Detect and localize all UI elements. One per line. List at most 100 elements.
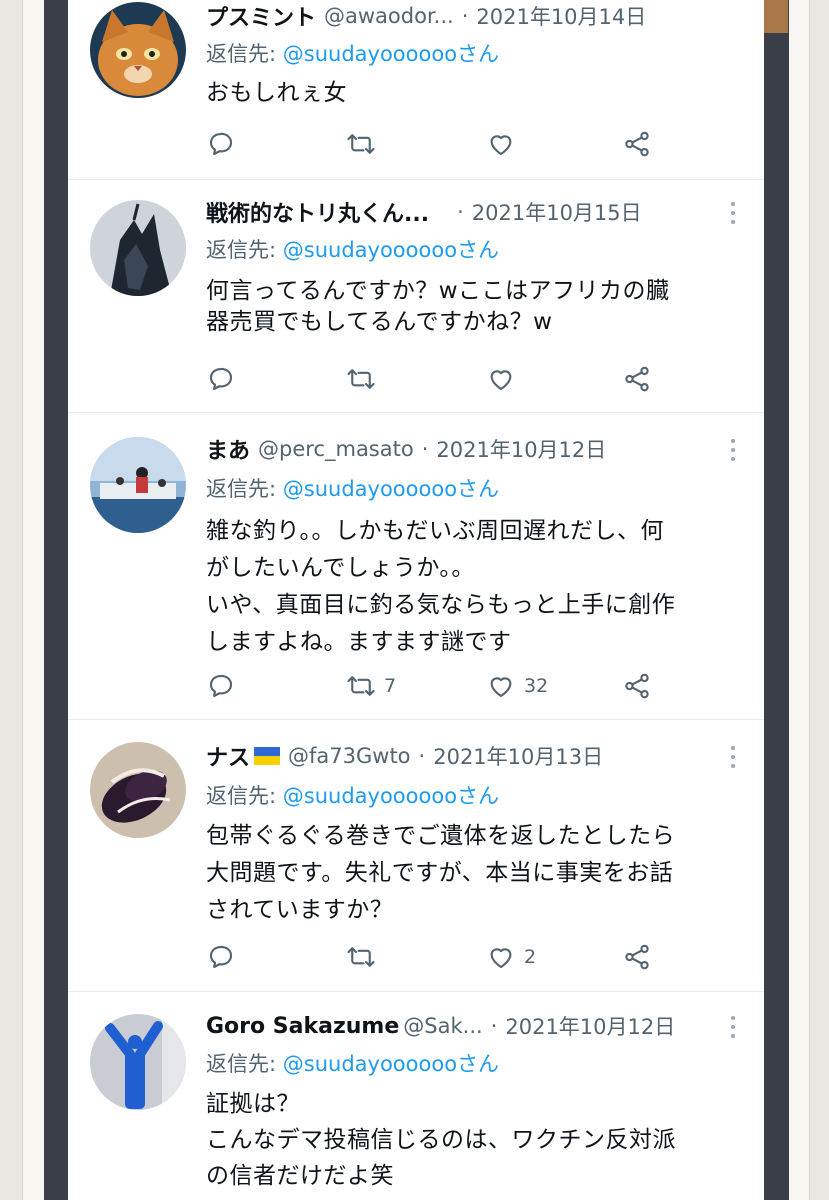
like-button[interactable]: 32 <box>486 669 548 703</box>
display-name[interactable]: まあ <box>206 433 250 465</box>
reply-mention-link[interactable]: @suudayoooooo <box>283 238 457 262</box>
share-button[interactable] <box>622 669 652 703</box>
reply-icon <box>209 132 233 156</box>
tweet-actions: 7 32 <box>206 669 674 703</box>
tweet-date[interactable]: 2021年10月12日 <box>505 1011 675 1041</box>
tweet-actions <box>206 127 674 161</box>
avatar[interactable] <box>90 1014 186 1110</box>
reply-to-line: 返信先: @suudayooooooさん <box>206 780 499 810</box>
display-name[interactable]: Goro Sakazume <box>206 1014 399 1039</box>
retweet-button[interactable]: 7 <box>346 669 396 703</box>
reply-to-line: 返信先: @suudayooooooさん <box>206 234 499 264</box>
share-icon <box>625 131 649 157</box>
separator-dot: · <box>457 200 464 224</box>
retweet-button[interactable] <box>346 127 384 161</box>
more-icon <box>731 439 735 443</box>
ukraine-flag-icon <box>254 747 281 765</box>
reply-to-label: 返信先: <box>206 1052 283 1076</box>
tweet-date[interactable]: 2021年10月13日 <box>433 741 603 771</box>
separator-dot: · <box>421 437 429 461</box>
tweet-actions: 2 <box>206 940 674 974</box>
share-button[interactable] <box>622 362 652 396</box>
user-handle[interactable]: @perc_masato <box>258 437 414 461</box>
tweet-text: おもしれぇ女 <box>206 80 347 106</box>
reply-mention-suffix: さん <box>457 477 500 501</box>
tweet-date[interactable]: 2021年10月14日 <box>476 1 646 31</box>
share-button[interactable] <box>622 940 652 974</box>
reply-thread: プスミント @awaodor... · 2021年10月14日 返信先: @su… <box>68 0 764 1200</box>
like-button[interactable] <box>486 362 524 396</box>
share-button[interactable] <box>622 127 652 161</box>
retweet-icon <box>347 947 375 967</box>
reply-mention-link[interactable]: @suudayoooooo <box>283 784 457 808</box>
retweet-button[interactable] <box>346 940 384 974</box>
avatar[interactable] <box>90 2 186 98</box>
more-options-button[interactable] <box>730 439 736 461</box>
user-handle[interactable]: @Sak... <box>403 1014 482 1038</box>
avatar[interactable] <box>90 437 186 533</box>
tweet[interactable]: 戦術的なトリ丸くん... · 2021年10月15日 返信先: @suudayo… <box>68 180 764 413</box>
tweet[interactable]: Goro Sakazume @Sak... · 2021年10月12日 返信先:… <box>68 992 764 1200</box>
more-options-button[interactable] <box>730 202 736 224</box>
tweet-actions <box>206 362 674 396</box>
tweet-header: 戦術的なトリ丸くん... · 2021年10月15日 <box>206 196 734 228</box>
retweet-button[interactable] <box>346 362 384 396</box>
share-icon <box>625 366 649 392</box>
reply-button[interactable] <box>206 362 236 396</box>
reply-icon <box>209 367 233 391</box>
retweet-icon <box>347 369 375 389</box>
more-options-button[interactable] <box>730 1016 736 1038</box>
like-button[interactable] <box>486 127 524 161</box>
reply-button[interactable] <box>206 669 236 703</box>
display-name[interactable]: ナス <box>206 740 250 772</box>
tweet[interactable]: まあ @perc_masato · 2021年10月12日 返信先: @suud… <box>68 413 764 720</box>
reply-button[interactable] <box>206 127 244 161</box>
more-options-button[interactable] <box>730 746 736 768</box>
like-button[interactable]: 2 <box>486 940 536 974</box>
reply-mention-suffix: さん <box>457 1052 500 1076</box>
like-icon <box>490 677 512 698</box>
reply-mention-link[interactable]: @suudayoooooo <box>283 42 457 66</box>
tweet-text: 雑な釣り。。しかもだいぶ周回遅れだし、何 がしたいんでしょうか。。 いや、真面目… <box>206 518 676 655</box>
reply-mention-link[interactable]: @suudayoooooo <box>283 1052 457 1076</box>
tweet[interactable]: プスミント @awaodor... · 2021年10月14日 返信先: @su… <box>68 0 764 180</box>
display-name[interactable]: プスミント <box>206 0 316 32</box>
reply-to-label: 返信先: <box>206 42 283 66</box>
separator-dot: · <box>418 744 426 768</box>
separator-dot: · <box>490 1014 498 1038</box>
reply-mention-link[interactable]: @suudayoooooo <box>283 477 457 501</box>
more-icon <box>731 746 735 750</box>
avatar[interactable] <box>90 200 186 296</box>
tweet-header: ナス @fa73Gwto · 2021年10月13日 <box>206 740 734 772</box>
separator-dot: · <box>461 4 469 28</box>
like-count: 32 <box>524 675 549 697</box>
like-icon <box>490 135 512 156</box>
reply-button[interactable] <box>206 940 236 974</box>
reply-to-line: 返信先: @suudayooooooさん <box>206 1048 499 1078</box>
tweet-header: プスミント @awaodor... · 2021年10月14日 <box>206 0 734 32</box>
user-handle[interactable]: @awaodor... <box>324 4 454 28</box>
more-icon <box>731 202 735 206</box>
retweet-icon <box>347 676 375 696</box>
tweet-date[interactable]: 2021年10月15日 <box>472 197 642 227</box>
avatar[interactable] <box>90 742 186 838</box>
reply-to-label: 返信先: <box>206 238 283 262</box>
reply-mention-suffix: さん <box>457 238 500 262</box>
tweet[interactable]: ナス @fa73Gwto · 2021年10月13日 返信先: @suudayo… <box>68 720 764 992</box>
more-icon <box>731 1016 735 1020</box>
tweet-header: まあ @perc_masato · 2021年10月12日 <box>206 433 734 465</box>
reply-mention-suffix: さん <box>457 784 500 808</box>
like-icon <box>490 370 512 391</box>
share-icon <box>625 673 649 699</box>
user-handle[interactable]: @fa73Gwto <box>288 744 411 768</box>
reply-mention-suffix: さん <box>457 42 500 66</box>
reply-to-label: 返信先: <box>206 477 283 501</box>
tweet-date[interactable]: 2021年10月12日 <box>436 434 606 464</box>
like-count: 2 <box>524 946 537 968</box>
like-icon <box>490 948 512 969</box>
retweet-icon <box>347 134 375 154</box>
tweet-text: 何言ってるんですか？wここはアフリカの臓 器売買でもしてるんですかね？w <box>206 278 670 335</box>
reply-to-line: 返信先: @suudayooooooさん <box>206 473 499 503</box>
tweet-text: 証拠は？ こんなデマ投稿信じるのは、ワクチン反対派 の信者だけだよ笑 <box>206 1091 676 1189</box>
display-name[interactable]: 戦術的なトリ丸くん... <box>206 196 429 228</box>
